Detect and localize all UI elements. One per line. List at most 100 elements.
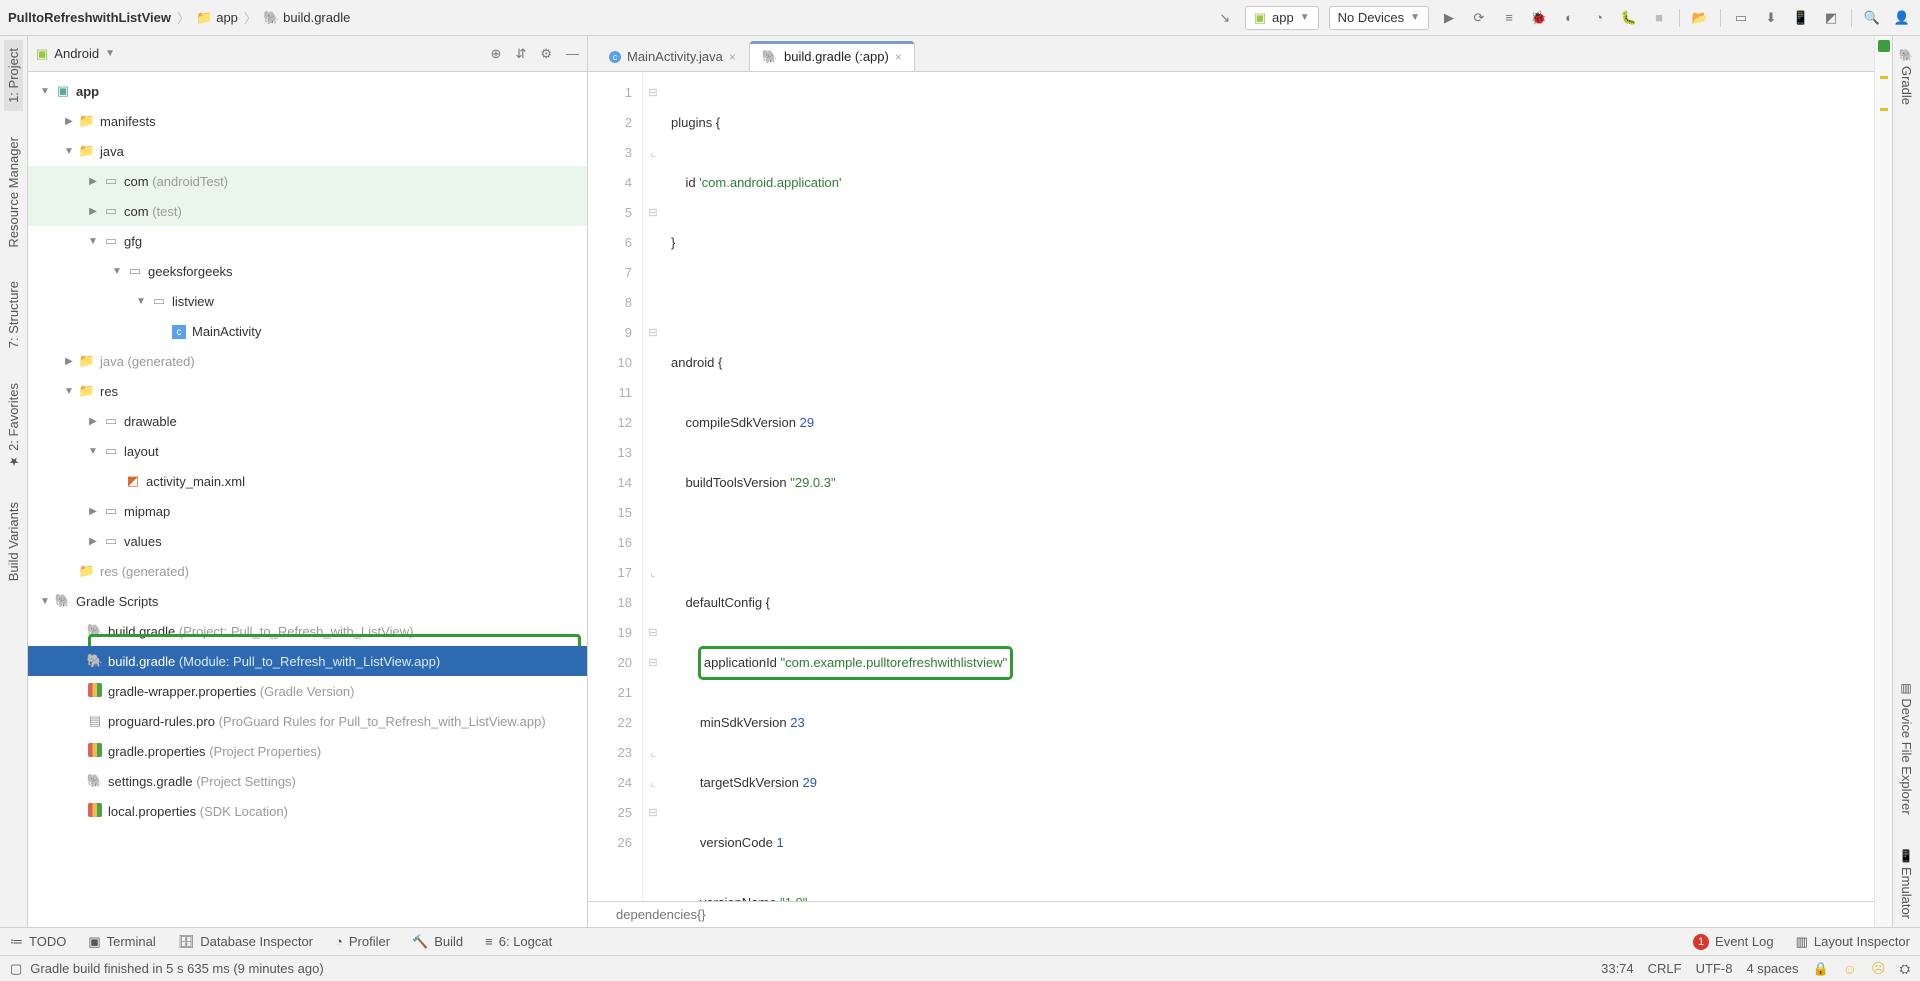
folder-icon: 📁 [78,353,96,369]
close-icon[interactable]: × [895,50,902,64]
rail-tab-project[interactable]: 1: Project [4,40,23,111]
status-mem-sad-icon[interactable]: ☹ [1871,960,1886,977]
rail-tab-device-file-explorer[interactable]: ▥ Device File Explorer [1897,673,1916,823]
status-mem-happy-icon[interactable]: ☺ [1843,961,1857,977]
tool-terminal[interactable]: ▣Terminal [88,934,155,950]
tree-node-drawable[interactable]: ▶▭drawable [28,406,587,436]
profile-button[interactable]: ◔ [1589,8,1609,28]
settings-button[interactable]: ⚙ [540,46,552,62]
tree-node-build-gradle-module[interactable]: 🐘build.gradle (Module: Pull_to_Refresh_w… [28,646,587,676]
sync-gradle-button[interactable]: ↘ [1215,8,1235,28]
tree-node-mainactivity[interactable]: cMainActivity [28,316,587,346]
git-button[interactable]: 📂 [1690,8,1710,28]
rail-tab-build-variants[interactable]: Build Variants [4,494,23,589]
tree-node-activity-main[interactable]: ◩activity_main.xml [28,466,587,496]
status-windows-icon[interactable]: ▢ [10,961,22,977]
tab-mainactivity[interactable]: c MainActivity.java × [596,41,749,71]
code-breadcrumb[interactable]: dependencies{} [588,901,1874,927]
tool-todo[interactable]: ≔TODO [10,934,66,950]
top-toolbar: PulltoRefreshwithListView 〉 📁app 〉 🐘buil… [0,0,1920,36]
close-icon[interactable]: × [729,50,736,64]
avd-manager-button[interactable]: ▭ [1731,8,1751,28]
tool-profiler[interactable]: ◔Profiler [335,934,390,949]
top-actions: ↘ ▣ app ▼ No Devices ▼ ▶ ⟳ ≡ 🐞 ◐ ◔ 🐛 ■ 📂… [1215,6,1912,30]
select-opened-button[interactable]: ⊕ [491,46,502,62]
project-panel-header: ▣ Android ▼ ⊕ ⇵ ⚙ — [28,36,587,72]
fold-column[interactable]: ⊟⌞⊟⊟⌞⊟⊟⌞⌞⊟ [643,72,663,901]
tree-node-listview[interactable]: ▼▭listview [28,286,587,316]
breadcrumb-file[interactable]: 🐘build.gradle [263,10,350,26]
rail-tab-favorites[interactable]: ★ 2: Favorites [4,375,23,476]
breadcrumb-project[interactable]: PulltoRefreshwithListView [8,10,171,25]
tree-node-com-test[interactable]: ▶▭com (test) [28,196,587,226]
status-eol[interactable]: CRLF [1648,961,1682,976]
project-view-select[interactable]: ▣ Android ▼ [36,46,115,62]
tree-node-layout[interactable]: ▼▭layout [28,436,587,466]
status-cursor-pos[interactable]: 33:74 [1601,961,1634,976]
tree-node-settings-gradle[interactable]: 🐘settings.gradle (Project Settings) [28,766,587,796]
search-button[interactable]: 🔍 [1862,8,1882,28]
folder-icon: ▭ [102,443,120,459]
device-manager-button[interactable]: 📱 [1791,8,1811,28]
android-icon: ▣ [1254,10,1266,26]
status-encoding[interactable]: UTF-8 [1696,961,1733,976]
code-area[interactable]: 1234567891011121314151617181920212223242… [588,72,1874,901]
attach-debugger-button[interactable]: 🐛 [1619,8,1639,28]
tab-build-gradle[interactable]: 🐘 build.gradle (:app) × [749,41,915,71]
tree-node-gradle-wrapper[interactable]: gradle-wrapper.properties (Gradle Versio… [28,676,587,706]
tree-node-res[interactable]: ▼📁res [28,376,587,406]
user-button[interactable]: 👤 [1892,8,1912,28]
tree-node-values[interactable]: ▶▭values [28,526,587,556]
terminal-icon: ▣ [88,934,100,950]
status-process-icon[interactable]: ⛭ [1900,961,1910,977]
tool-event-log[interactable]: 1Event Log [1693,934,1774,950]
tree-node-mipmap[interactable]: ▶▭mipmap [28,496,587,526]
status-readonly-icon[interactable]: 🔒 [1813,961,1829,977]
status-indent[interactable]: 4 spaces [1746,961,1798,976]
tree-node-build-gradle-project[interactable]: 🐘build.gradle (Project: Pull_to_Refresh_… [28,616,587,646]
sdk-manager-button[interactable]: ⬇ [1761,8,1781,28]
tree-node-gradle-scripts[interactable]: ▼🐘Gradle Scripts [28,586,587,616]
tool-build[interactable]: 🔨Build [412,934,463,950]
gradle-icon: 🐘 [86,653,104,669]
tree-node-com-androidtest[interactable]: ▶▭com (androidTest) [28,166,587,196]
apply-code-button[interactable]: ≡ [1499,8,1519,28]
rail-tab-structure[interactable]: 7: Structure [4,273,23,356]
tree-node-app[interactable]: ▼▣app [28,76,587,106]
tree-node-gradle-props[interactable]: gradle.properties (Project Properties) [28,736,587,766]
stop-button[interactable]: ■ [1649,8,1669,28]
tree-node-res-gen[interactable]: 📁res (generated) [28,556,587,586]
hide-button[interactable]: — [566,46,579,61]
debug-button[interactable]: 🐞 [1529,8,1549,28]
run-config-select[interactable]: ▣ app ▼ [1245,6,1319,30]
tree-node-proguard[interactable]: ▤proguard-rules.pro (ProGuard Rules for … [28,706,587,736]
gutter: 1234567891011121314151617181920212223242… [588,72,643,901]
tree-node-manifests[interactable]: ▶📁manifests [28,106,587,136]
device-select[interactable]: No Devices ▼ [1329,6,1429,30]
tool-database[interactable]: 🗄Database Inspector [178,934,313,950]
tree-node-gfg[interactable]: ▼▭gfg [28,226,587,256]
warning-marker[interactable] [1880,76,1888,79]
resource-button[interactable]: ◩ [1821,8,1841,28]
code-content[interactable]: plugins { id 'com.android.application' }… [663,72,1874,901]
tool-logcat[interactable]: ≡6: Logcat [485,934,552,949]
apply-changes-button[interactable]: ⟳ [1469,8,1489,28]
editor-inspection-stripe[interactable] [1874,36,1892,927]
tree-node-geeksforgeeks[interactable]: ▼▭geeksforgeeks [28,256,587,286]
run-button[interactable]: ▶ [1439,8,1459,28]
expand-all-button[interactable]: ⇵ [515,46,526,62]
rail-tab-gradle[interactable]: 🐘 Gradle [1897,40,1916,113]
warning-marker[interactable] [1880,108,1888,111]
coverage-button[interactable]: ◐ [1559,8,1579,28]
tool-layout-inspector[interactable]: ▥Layout Inspector [1796,934,1910,950]
breadcrumb-module[interactable]: 📁app [196,10,238,26]
tree-node-local-props[interactable]: local.properties (SDK Location) [28,796,587,826]
rail-tab-emulator[interactable]: 📱 Emulator [1897,841,1916,927]
rail-tab-resource-manager[interactable]: Resource Manager [4,129,23,256]
project-tree[interactable]: ▼▣app ▶📁manifests ▼📁java ▶▭com (androidT… [28,72,587,927]
package-icon: ▭ [102,203,120,219]
tree-node-java[interactable]: ▼📁java [28,136,587,166]
folder-icon: ▭ [102,533,120,549]
gradle-icon: 🐘 [762,49,778,65]
tree-node-java-gen[interactable]: ▶📁java (generated) [28,346,587,376]
